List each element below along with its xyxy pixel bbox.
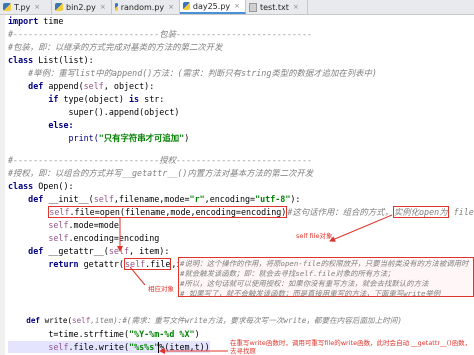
tab-random-py[interactable]: random.py × bbox=[112, 0, 180, 14]
python-file-icon bbox=[183, 2, 190, 10]
arrow-equivalent bbox=[129, 266, 146, 286]
annotation-file-object: self file对象 bbox=[296, 232, 333, 240]
close-icon[interactable]: × bbox=[34, 3, 40, 11]
editor-tab-bar: T.py × bin2.py × random.py × day25.py × … bbox=[0, 0, 474, 15]
tab-label: day25.py bbox=[192, 1, 231, 11]
tab-t-py[interactable]: T.py × bbox=[0, 0, 52, 14]
tab-label: bin2.py bbox=[66, 2, 96, 12]
tab-label: random.py bbox=[120, 2, 165, 12]
arrow-to-file-object bbox=[329, 214, 393, 242]
annotation-bottom-note: 在重写write函数时，调用可重写file的write函数，此时会自动 __ge… bbox=[230, 339, 472, 355]
tab-day25-py[interactable]: day25.py × bbox=[180, 0, 246, 14]
close-icon[interactable]: × bbox=[168, 3, 174, 11]
tab-test-txt[interactable]: test.txt × bbox=[246, 0, 308, 14]
close-icon[interactable]: × bbox=[234, 2, 240, 10]
python-file-icon bbox=[115, 3, 118, 11]
python-file-icon bbox=[3, 3, 11, 11]
tab-label: test.txt bbox=[260, 2, 289, 12]
close-icon[interactable]: × bbox=[293, 3, 299, 11]
tab-bin2-py[interactable]: bin2.py × bbox=[52, 0, 112, 14]
python-file-icon bbox=[55, 3, 63, 11]
text-file-icon bbox=[249, 2, 257, 12]
annotation-equivalent: 相应对象 bbox=[148, 285, 174, 293]
tab-label: T.py bbox=[14, 2, 31, 12]
close-icon[interactable]: × bbox=[100, 3, 106, 11]
code-editor[interactable]: import time #---------------------------… bbox=[0, 15, 474, 355]
annotation-arrows bbox=[117, 214, 393, 354]
